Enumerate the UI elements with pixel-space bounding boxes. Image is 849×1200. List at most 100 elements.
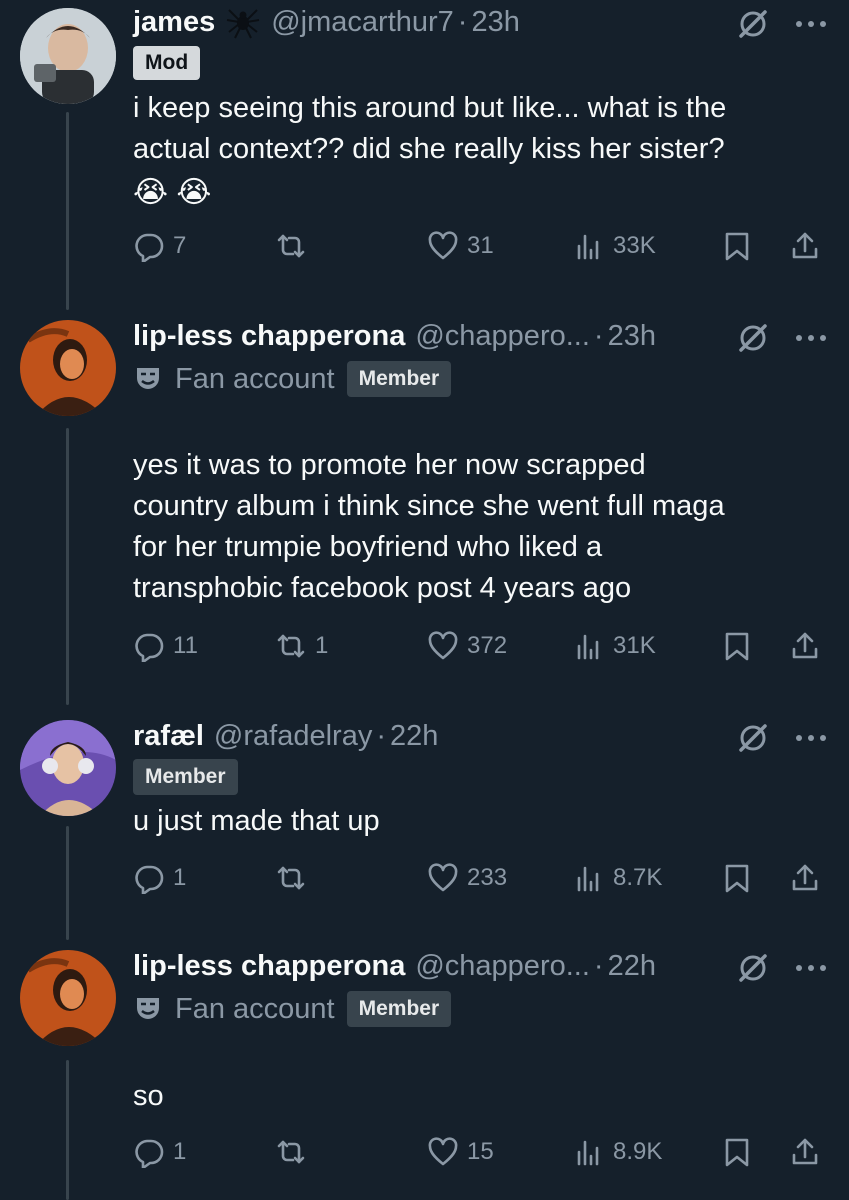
views-button[interactable]: 31K bbox=[573, 626, 656, 666]
reply-button[interactable]: 11 bbox=[133, 626, 198, 666]
share-icon bbox=[792, 864, 818, 891]
share-icon bbox=[792, 232, 818, 259]
timestamp[interactable]: 23h bbox=[608, 320, 656, 353]
reply-button[interactable]: 7 bbox=[133, 226, 186, 266]
timestamp[interactable]: 22h bbox=[390, 720, 438, 753]
avatar[interactable] bbox=[20, 950, 116, 1046]
member-badge: Member bbox=[346, 991, 452, 1027]
repost-icon bbox=[277, 1140, 305, 1164]
like-button[interactable]: 372 bbox=[427, 626, 507, 666]
post-text-line: u just made that up bbox=[133, 805, 380, 837]
display-name[interactable]: rafæl bbox=[133, 720, 204, 753]
avatar[interactable] bbox=[20, 720, 116, 816]
avatar[interactable] bbox=[20, 320, 116, 416]
spider-icon bbox=[227, 9, 260, 39]
views-button[interactable]: 8.7K bbox=[573, 858, 662, 898]
mask-icon bbox=[137, 998, 159, 1019]
reply-post[interactable]: lip-less chapperona @chappero... · 22h F… bbox=[0, 942, 849, 1200]
heart-icon bbox=[428, 231, 458, 260]
emoji: 😭 😭 bbox=[133, 176, 212, 209]
mod-badge: Mod bbox=[133, 46, 201, 80]
display-name[interactable]: lip-less chapperona bbox=[133, 950, 405, 983]
views-icon bbox=[577, 1140, 599, 1166]
grok-icon[interactable] bbox=[735, 320, 771, 356]
separator-dot: · bbox=[376, 719, 386, 752]
views-button[interactable]: 8.9K bbox=[573, 1132, 662, 1172]
bookmark-button[interactable] bbox=[721, 1132, 753, 1172]
separator-dot: · bbox=[593, 319, 604, 352]
reply-icon bbox=[135, 233, 164, 262]
thread-line bbox=[66, 1060, 69, 1200]
views-count: 8.7K bbox=[613, 864, 663, 891]
share-icon bbox=[792, 1138, 818, 1165]
reply-count: 7 bbox=[173, 232, 187, 259]
share-button[interactable] bbox=[789, 858, 821, 898]
views-count: 31K bbox=[613, 632, 656, 659]
display-name[interactable]: lip-less chapperona bbox=[133, 320, 405, 353]
reply-post[interactable]: lip-less chapperona @chappero... · 23h F… bbox=[0, 310, 849, 705]
views-icon bbox=[577, 866, 599, 892]
timestamp[interactable]: 23h bbox=[471, 6, 519, 39]
post-text-line: actual context?? did she really kiss her… bbox=[133, 133, 725, 165]
more-icon[interactable] bbox=[793, 18, 829, 30]
bookmark-button[interactable] bbox=[721, 858, 753, 898]
share-icon bbox=[792, 632, 818, 659]
handle[interactable]: @chappero... bbox=[415, 320, 590, 353]
separator-dot: · bbox=[457, 5, 468, 38]
repost-button[interactable] bbox=[275, 1132, 315, 1172]
share-button[interactable] bbox=[789, 1132, 821, 1172]
avatar[interactable] bbox=[20, 8, 116, 104]
post-text-line: yes it was to promote her now scrapped bbox=[133, 449, 646, 481]
bookmark-button[interactable] bbox=[721, 226, 753, 266]
timestamp[interactable]: 22h bbox=[608, 950, 656, 983]
reply-button[interactable]: 1 bbox=[133, 1132, 186, 1172]
grok-icon[interactable] bbox=[735, 950, 771, 986]
heart-icon bbox=[428, 863, 458, 892]
heart-icon bbox=[428, 631, 458, 660]
reply-count: 1 bbox=[173, 1138, 187, 1165]
bookmark-icon bbox=[725, 864, 749, 893]
repost-button[interactable] bbox=[275, 858, 315, 898]
repost-icon bbox=[277, 634, 305, 658]
like-button[interactable]: 31 bbox=[427, 226, 494, 266]
thread-line bbox=[66, 826, 69, 940]
share-button[interactable] bbox=[789, 226, 821, 266]
separator-dot: · bbox=[593, 949, 604, 982]
share-button[interactable] bbox=[789, 626, 821, 666]
member-badge: Member bbox=[133, 759, 238, 795]
handle[interactable]: @rafadelray bbox=[214, 720, 372, 753]
member-badge: Member bbox=[346, 361, 452, 397]
views-count: 8.9K bbox=[613, 1138, 663, 1165]
bookmark-button[interactable] bbox=[721, 626, 753, 666]
reply-icon bbox=[135, 865, 164, 894]
like-button[interactable]: 15 bbox=[427, 1132, 494, 1172]
views-count: 33K bbox=[613, 232, 656, 259]
repost-button[interactable] bbox=[275, 226, 315, 266]
reply-button[interactable]: 1 bbox=[133, 858, 186, 898]
more-icon[interactable] bbox=[793, 332, 829, 344]
grok-icon[interactable] bbox=[735, 720, 771, 756]
handle[interactable]: @chappero... bbox=[415, 950, 590, 983]
grok-icon[interactable] bbox=[735, 6, 771, 42]
more-icon[interactable] bbox=[793, 962, 829, 974]
reply-count: 1 bbox=[173, 864, 187, 891]
more-icon[interactable] bbox=[793, 732, 829, 744]
reply-post[interactable]: rafæl @rafadelray · 22h Member u just ma… bbox=[0, 712, 849, 940]
views-button[interactable]: 33K bbox=[573, 226, 656, 266]
handle[interactable]: @jmacarthur7 bbox=[271, 6, 454, 39]
mask-icon bbox=[137, 368, 159, 389]
repost-icon bbox=[277, 866, 305, 890]
display-name[interactable]: james bbox=[133, 6, 215, 39]
bookmark-icon bbox=[725, 1138, 749, 1167]
repost-button[interactable]: 1 bbox=[275, 626, 328, 666]
post-text-line: country album i think since she went ful… bbox=[133, 490, 725, 522]
reply-count: 11 bbox=[173, 632, 198, 659]
thread-line bbox=[66, 428, 69, 705]
like-button[interactable]: 233 bbox=[427, 858, 507, 898]
reply-post[interactable]: james @jmacarthur7 · 23h Mod i keep seei… bbox=[0, 0, 849, 320]
repost-count: 1 bbox=[315, 632, 329, 659]
thread-line bbox=[66, 112, 69, 310]
post-text-line: transphobic facebook post 4 years ago bbox=[133, 572, 632, 604]
like-count: 372 bbox=[467, 632, 508, 659]
reply-icon bbox=[135, 633, 164, 662]
